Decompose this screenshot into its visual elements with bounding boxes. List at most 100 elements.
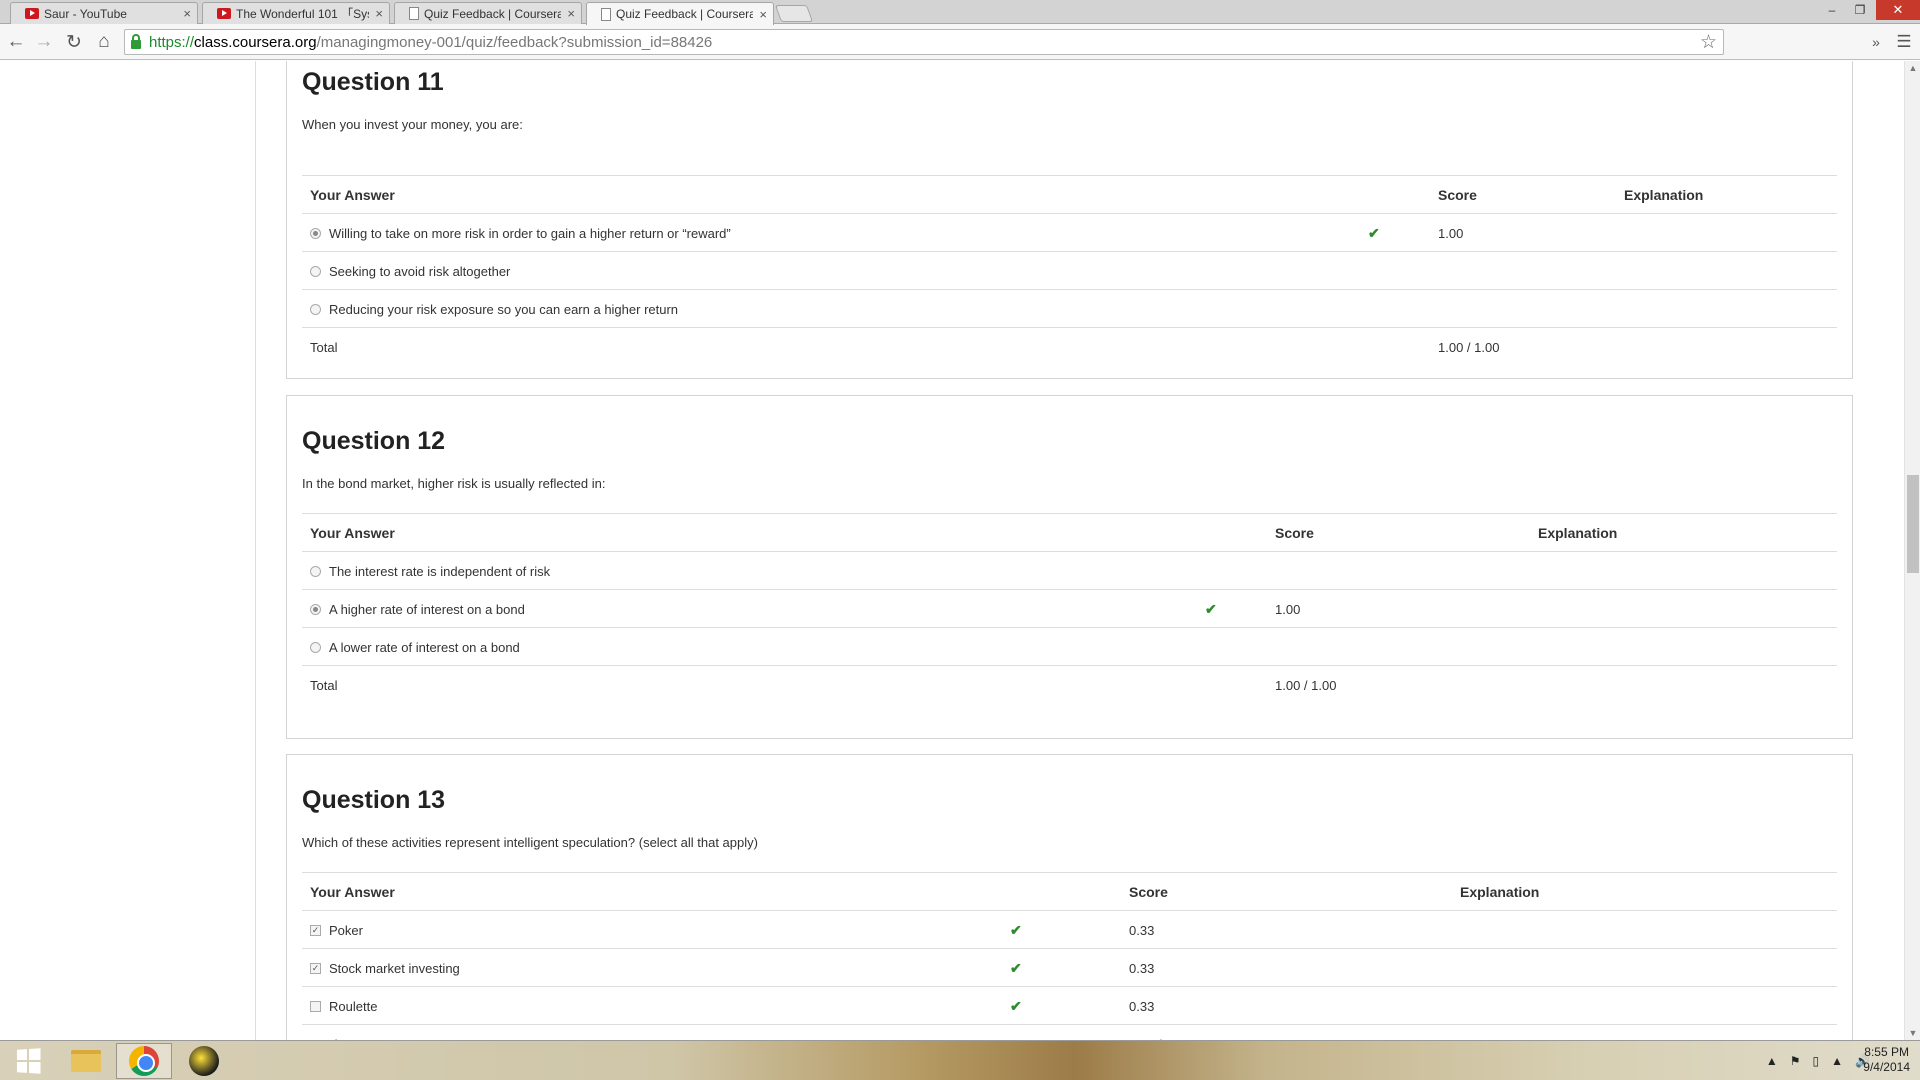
tab-saur-youtube[interactable]: Saur - YouTube × [10,2,198,24]
header-score: Score [1275,525,1314,541]
notification-icon[interactable]: ⚑ [1790,1054,1801,1068]
vertical-scrollbar[interactable]: ▲ ▼ [1904,61,1920,1040]
table-header: Your Answer Score Explanation [302,872,1837,910]
answer-label: A lower rate of interest on a bond [329,639,520,655]
clock-time: 8:55 PM [1864,1045,1909,1059]
radio-button[interactable] [310,265,321,277]
total-score: 1.00 / 1.00 [1438,339,1500,355]
tab-strip: Saur - YouTube × The Wonderful 101 「Syst… [0,0,1920,25]
address-bar[interactable]: https://class.coursera.org/managingmoney… [124,29,1724,55]
radio-button-selected[interactable] [310,227,321,239]
answer-table: Your Answer Score Explanation Willing to… [302,175,1837,365]
url-host: class.coursera.org [194,33,317,51]
answer-label: Stock market investing [329,960,460,976]
question-card: Question 13 Which of these activities re… [286,754,1853,1040]
page-icon [601,7,611,21]
radio-button[interactable] [310,565,321,577]
chrome-icon[interactable] [116,1043,172,1079]
tab-close-icon[interactable]: × [183,6,191,21]
tab-quiz-feedback[interactable]: Quiz Feedback | Coursera × [394,2,582,24]
system-tray: ▲ ⚑ ▯ ▲ 🔊 [1766,1041,1870,1080]
answer-label: The interest rate is independent of risk [329,563,551,579]
answer-row: Seeking to avoid risk altogether [302,251,1837,289]
radio-button[interactable] [310,303,321,315]
header-explanation: Explanation [1538,525,1618,541]
windows-start-icon[interactable] [0,1043,56,1079]
network-icon[interactable]: ▯ [1813,1054,1820,1068]
radio-button[interactable] [310,641,321,653]
question-title: Question 11 [302,68,444,96]
total-score: 1.00 / 1.00 [1129,1025,1190,1041]
forward-icon[interactable]: → [32,30,56,54]
signal-icon[interactable]: ▲ [1831,1054,1843,1068]
header-explanation: Explanation [1624,187,1704,203]
scrollbar-thumb[interactable] [1907,475,1919,573]
answer-score: 0.33 [1129,922,1155,938]
home-icon[interactable]: ⌂ [92,30,116,54]
checkbox-checked[interactable]: ✓ [310,924,321,936]
show-hidden-icons-icon[interactable]: ▲ [1766,1054,1778,1068]
header-your-answer: Your Answer [310,187,395,203]
tab-title: The Wonderful 101 「Syste [236,7,370,21]
tab-close-icon[interactable]: × [759,7,767,22]
answer-row: ✓ Poker ✔ 0.33 [302,910,1837,948]
answer-row: The interest rate is independent of risk [302,551,1837,589]
answer-score: 1.00 [1438,225,1464,241]
minimize-button[interactable]: – [1818,0,1846,20]
tab-title: Saur - YouTube [44,6,127,21]
answer-score: 0.33 [1129,998,1155,1014]
file-explorer-icon[interactable] [58,1043,114,1079]
header-explanation: Explanation [1460,884,1540,900]
total-score: 1.00 / 1.00 [1275,677,1337,693]
bookmark-star-icon[interactable]: ☆ [1700,31,1717,54]
correct-check-icon: ✔ [1368,224,1380,241]
windows-taskbar: ▲ ⚑ ▯ ▲ 🔊 8:55 PM 9/4/2014 [0,1040,1920,1080]
media-app-icon[interactable] [176,1043,232,1079]
table-header: Your Answer Score Explanation [302,175,1837,213]
close-window-button[interactable]: ✕ [1876,0,1920,20]
sidebar-divider [255,61,256,1040]
header-your-answer: Your Answer [310,525,395,541]
total-label: Total [310,677,338,693]
answer-row: ✓ Stock market investing ✔ 0.33 [302,948,1837,986]
reload-icon[interactable]: ↻ [62,30,86,54]
tab-title: Quiz Feedback | Coursera [424,6,562,21]
question-text: Which of these activities represent inte… [302,835,758,850]
url-path: /managingmoney-001/quiz/feedback?submiss… [316,33,713,51]
answer-row: Reducing your risk exposure so you can e… [302,289,1837,327]
taskbar-clock[interactable]: 8:55 PM 9/4/2014 [1863,1045,1910,1075]
total-label: Total [310,339,338,355]
tab-close-icon[interactable]: × [375,6,383,21]
restore-button[interactable]: ❐ [1846,0,1874,20]
answer-row: A lower rate of interest on a bond [302,627,1837,665]
radio-button-selected[interactable] [310,603,321,615]
extensions-overflow-icon[interactable]: » [1864,30,1888,54]
url-scheme: https:// [149,33,195,51]
back-icon[interactable]: ← [4,30,28,54]
answer-table: Your Answer Score Explanation The intere… [302,513,1837,703]
correct-check-icon: ✔ [1010,997,1022,1014]
answer-score: 0.33 [1129,960,1155,976]
checkbox-checked[interactable]: ✓ [310,962,321,974]
question-title: Question 13 [302,786,446,814]
scroll-up-arrow-icon[interactable]: ▲ [1905,61,1920,75]
checkbox[interactable] [310,1000,321,1012]
total-row: Total 1.00 / 1.00 [302,665,1837,703]
lock-icon [131,34,141,49]
scroll-down-arrow-icon[interactable]: ▼ [1905,1026,1920,1040]
total-row: Total 1.00 / 1.00 [302,327,1837,365]
tab-quiz-feedback-active[interactable]: Quiz Feedback | Coursera × [586,2,774,25]
answer-score: 1.00 [1275,601,1301,617]
new-tab-button[interactable] [774,5,814,22]
header-score: Score [1129,884,1168,900]
menu-icon[interactable]: ☰ [1892,30,1916,54]
table-header: Your Answer Score Explanation [302,513,1837,551]
total-row: Total 1.00 / 1.00 [302,1024,1837,1040]
youtube-icon [25,8,39,19]
tab-close-icon[interactable]: × [567,6,575,21]
answer-label: Seeking to avoid risk altogether [329,263,511,279]
browser-toolbar: ← → ↻ ⌂ https://class.coursera.org/manag… [0,24,1920,60]
question-card: Question 12 In the bond market, higher r… [286,395,1853,739]
tab-wonderful-101[interactable]: The Wonderful 101 「Syste × [202,2,390,24]
answer-row: Roulette ✔ 0.33 [302,986,1837,1024]
